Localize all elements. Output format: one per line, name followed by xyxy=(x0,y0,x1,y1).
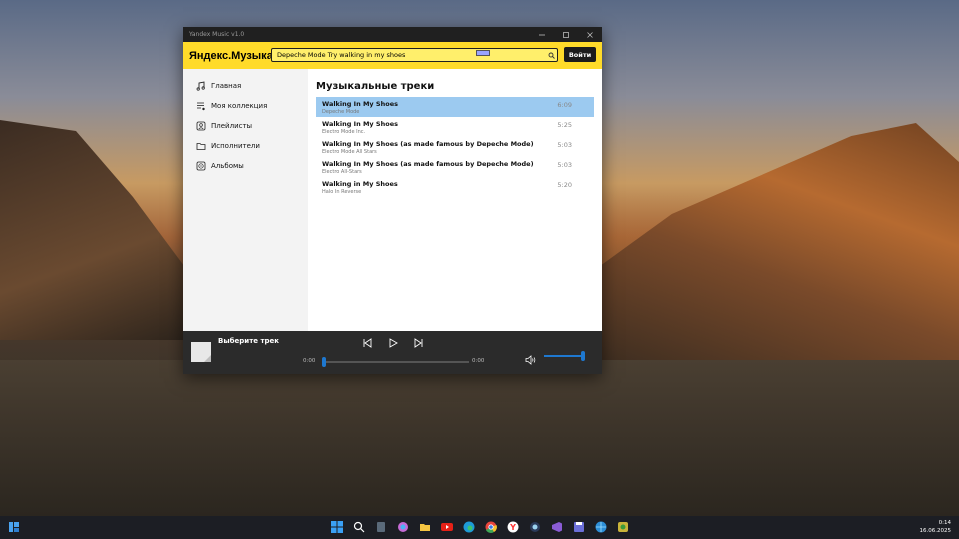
skip-previous-icon xyxy=(363,338,372,348)
sidebar-item-label: Альбомы xyxy=(211,162,244,170)
search-icon[interactable] xyxy=(352,520,366,534)
track-row[interactable]: Walking In My Shoes (as made famous by D… xyxy=(316,157,594,177)
app-header: Яндекс.Музыка Войти xyxy=(183,42,602,69)
copilot-icon[interactable] xyxy=(396,520,410,534)
track-list-panel: Музыкальные треки Walking In My Shoes De… xyxy=(308,69,602,331)
volume-icon[interactable] xyxy=(525,350,537,365)
volume-thumb[interactable] xyxy=(581,351,585,361)
youtube-icon[interactable] xyxy=(440,520,454,534)
sidebar-item-playlists[interactable]: Плейлисты xyxy=(183,116,308,136)
page-title: Музыкальные треки xyxy=(316,81,435,92)
sidebar-item-label: Главная xyxy=(211,82,242,90)
track-artist: Depeche Mode xyxy=(322,109,360,115)
text-caret-handle xyxy=(476,50,490,56)
search-box[interactable] xyxy=(271,48,558,62)
sidebar-item-label: Исполнители xyxy=(211,142,260,150)
track-row[interactable]: Walking In My Shoes Depeche Mode 6:09 xyxy=(316,97,594,117)
title-bar[interactable]: Yandex Music v1.0 xyxy=(183,27,602,42)
volume-slider[interactable] xyxy=(544,351,585,361)
start-icon[interactable] xyxy=(330,520,344,534)
user-square-icon xyxy=(195,121,206,132)
track-title: Walking In My Shoes xyxy=(322,100,398,108)
sidebar-item-artists[interactable]: Исполнители xyxy=(183,136,308,156)
search-input[interactable] xyxy=(272,48,545,62)
track-duration: 5:03 xyxy=(557,161,572,169)
close-icon xyxy=(587,31,593,38)
app-icon[interactable] xyxy=(528,520,542,534)
current-time: 0:00 xyxy=(303,358,316,364)
track-title: Walking In My Shoes xyxy=(322,120,398,128)
search-icon[interactable] xyxy=(545,52,557,59)
total-time: 0:00 xyxy=(472,358,485,364)
task-view-icon[interactable] xyxy=(374,520,388,534)
system-clock[interactable]: 0:14 16.06.2025 xyxy=(920,519,952,535)
track-title: Walking in My Shoes xyxy=(322,180,398,188)
maximize-icon xyxy=(563,31,569,38)
track-duration: 5:03 xyxy=(557,141,572,149)
visual-studio-icon[interactable] xyxy=(550,520,564,534)
edge-icon[interactable] xyxy=(462,520,476,534)
music-note-icon xyxy=(195,81,206,92)
play-icon xyxy=(389,338,398,348)
playlist-icon xyxy=(195,101,206,112)
track-row[interactable]: Walking in My Shoes Halo In Reverse 5:20 xyxy=(316,177,594,197)
track-duration: 5:20 xyxy=(557,181,572,189)
album-cover xyxy=(191,342,211,362)
now-playing-title: Выберите трек xyxy=(218,337,280,345)
progress-thumb[interactable] xyxy=(322,357,326,367)
login-button[interactable]: Войти xyxy=(564,47,596,62)
notes-app-icon[interactable] xyxy=(616,520,630,534)
maximize-button[interactable] xyxy=(554,27,578,42)
globe-app-icon[interactable] xyxy=(594,520,608,534)
sidebar-item-label: Плейлисты xyxy=(211,122,253,130)
track-row[interactable]: Walking In My Shoes Electro Mode Inc. 5:… xyxy=(316,117,594,137)
track-artist: Electro All-Stars xyxy=(322,169,362,175)
track-row[interactable]: Walking In My Shoes (as made famous by D… xyxy=(316,137,594,157)
clock-date: 16.06.2025 xyxy=(919,528,952,534)
play-button[interactable] xyxy=(387,337,399,349)
previous-button[interactable] xyxy=(361,337,373,349)
minimize-button[interactable] xyxy=(530,27,554,42)
progress-slider[interactable] xyxy=(322,357,469,367)
track-duration: 6:09 xyxy=(557,101,572,109)
album-icon xyxy=(195,161,206,172)
widgets-icon[interactable] xyxy=(7,520,21,534)
sidebar-item-home[interactable]: Главная xyxy=(183,76,308,96)
track-artist: Electro Mode Inc. xyxy=(322,129,366,135)
folder-icon xyxy=(195,141,206,152)
file-explorer-icon[interactable] xyxy=(418,520,432,534)
sidebar-item-albums[interactable]: Альбомы xyxy=(183,156,308,176)
close-button[interactable] xyxy=(578,27,602,42)
svg-text:Y: Y xyxy=(509,523,516,532)
wallpaper-mountain-right xyxy=(600,123,959,370)
window-title: Yandex Music v1.0 xyxy=(189,31,245,38)
next-button[interactable] xyxy=(413,337,425,349)
chrome-icon[interactable] xyxy=(484,520,498,534)
app-logo: Яндекс.Музыка xyxy=(189,49,273,62)
taskbar: Y 0:14 16.06.2025 xyxy=(0,516,959,539)
player-bar: Выберите трек 0:00 0:00 xyxy=(183,331,602,374)
app-window: Yandex Music v1.0 Яндекс.Музыка Войти xyxy=(183,27,602,374)
track-artist: Halo In Reverse xyxy=(322,189,362,195)
minimize-icon xyxy=(539,34,545,35)
track-duration: 5:25 xyxy=(557,121,572,129)
track-artist: Electro Mode All Stars xyxy=(322,149,377,155)
clock-time: 0:14 xyxy=(938,520,951,526)
wallpaper-mountain-left xyxy=(0,120,190,340)
skip-next-icon xyxy=(414,338,423,348)
sidebar: Главная Моя коллекция Плейлисты Исполнит… xyxy=(183,69,308,331)
track-title: Walking In My Shoes (as made famous by D… xyxy=(322,140,534,148)
save-app-icon[interactable] xyxy=(572,520,586,534)
sidebar-item-collection[interactable]: Моя коллекция xyxy=(183,96,308,116)
wallpaper-ground xyxy=(0,360,959,516)
sidebar-item-label: Моя коллекция xyxy=(211,102,268,110)
track-title: Walking In My Shoes (as made famous by D… xyxy=(322,160,534,168)
yandex-browser-icon[interactable]: Y xyxy=(506,520,520,534)
